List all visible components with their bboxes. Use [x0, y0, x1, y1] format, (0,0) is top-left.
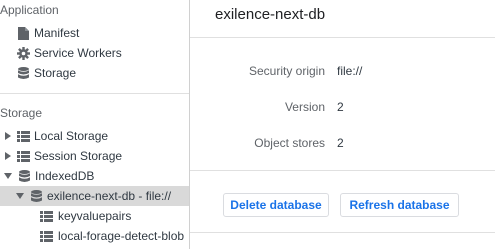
version-value: 2	[337, 100, 344, 114]
collapse-arrow-icon[interactable]	[4, 173, 12, 179]
sidebar-item-label: Manifest	[34, 26, 80, 40]
sidebar-item-label: IndexedDB	[35, 169, 95, 183]
sidebar-item-service-workers[interactable]: Service Workers	[0, 43, 189, 63]
grid-icon	[16, 149, 30, 163]
security-origin-value: file://	[337, 64, 363, 78]
database-details-panel: exilence-next-db Security origin file://…	[190, 0, 495, 249]
database-icon	[17, 169, 31, 183]
delete-database-button[interactable]: Delete database	[223, 193, 329, 217]
sidebar-item-storage[interactable]: Storage	[0, 63, 189, 83]
footer-divider	[190, 232, 495, 233]
document-icon	[16, 26, 30, 40]
sidebar-item-label: Storage	[34, 66, 77, 80]
section-title-storage: Storage	[0, 106, 43, 120]
header-divider	[190, 37, 495, 38]
sidebar-item-label: exilence-next-db - file://	[47, 189, 172, 203]
section-divider	[0, 93, 189, 94]
details-divider	[190, 170, 495, 171]
sidebar-item-label: Service Workers	[34, 46, 122, 60]
sidebar-item-manifest[interactable]: Manifest	[0, 23, 189, 43]
gear-icon	[16, 46, 30, 60]
security-origin-label: Security origin	[248, 64, 325, 78]
grid-icon	[16, 129, 30, 143]
database-icon	[16, 66, 30, 80]
sidebar-item-local-forage-detect-blob[interactable]: local-forage-detect-blob	[0, 226, 189, 246]
expand-arrow-icon[interactable]	[5, 132, 11, 140]
sidebar: Application Manifest Service Workers Sto…	[0, 0, 189, 249]
sidebar-item-label: Local Storage	[34, 129, 109, 143]
expand-arrow-icon[interactable]	[5, 152, 11, 160]
object-stores-label: Object stores	[254, 136, 325, 150]
sidebar-item-local-storage[interactable]: Local Storage	[0, 126, 189, 146]
sidebar-item-keyvaluepairs[interactable]: keyvaluepairs	[0, 206, 189, 226]
sidebar-item-session-storage[interactable]: Session Storage	[0, 146, 189, 166]
object-stores-value: 2	[337, 136, 344, 150]
database-icon	[29, 189, 43, 203]
sidebar-item-indexeddb[interactable]: IndexedDB	[0, 166, 189, 186]
collapse-arrow-icon[interactable]	[16, 193, 24, 199]
sidebar-item-label: Session Storage	[34, 149, 123, 163]
grid-icon	[39, 209, 53, 223]
sidebar-item-label: keyvaluepairs	[58, 209, 132, 223]
sidebar-item-label: local-forage-detect-blob	[58, 229, 185, 243]
page-title: exilence-next-db	[215, 6, 326, 23]
refresh-database-button[interactable]: Refresh database	[340, 193, 459, 217]
sidebar-item-exilence-next-db[interactable]: exilence-next-db - file://	[0, 186, 189, 206]
grid-icon	[39, 229, 53, 243]
version-label: Version	[284, 100, 325, 114]
section-title-application: Application	[0, 3, 59, 17]
